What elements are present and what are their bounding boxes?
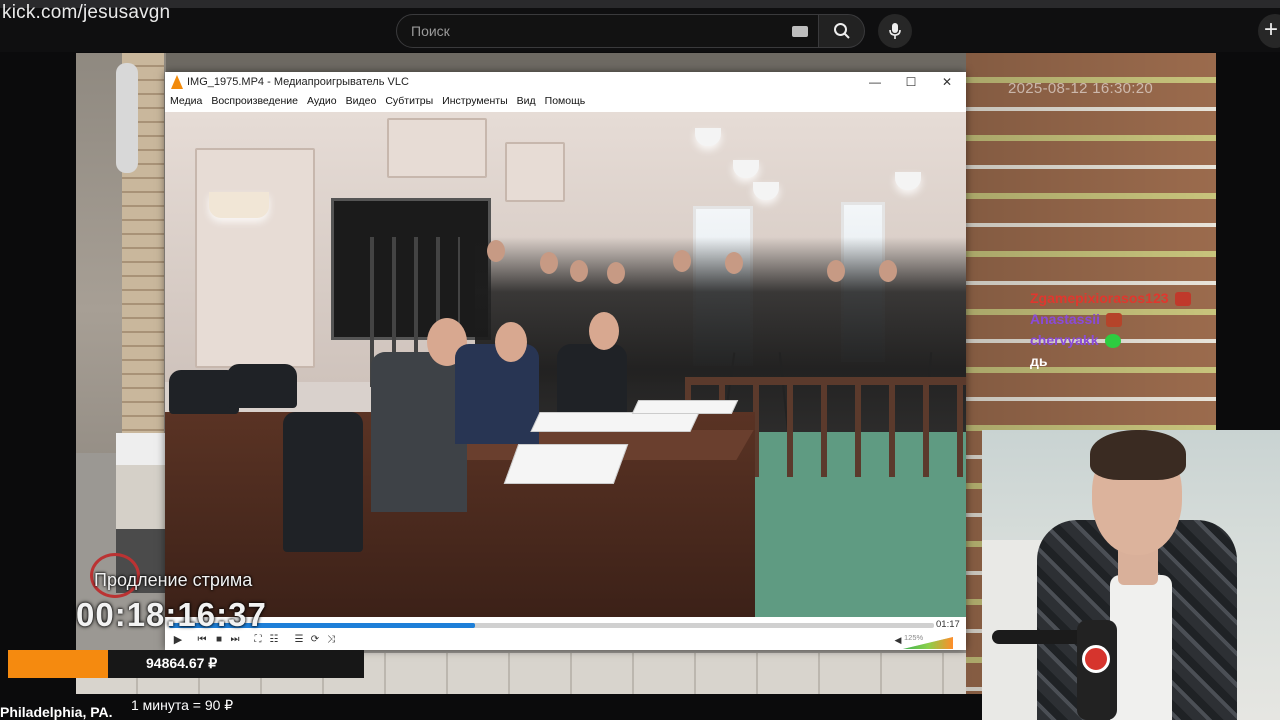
play-button[interactable]: ▶	[169, 633, 187, 647]
screen: kick.com/jesusavgn Поиск + 2025-08-12 16…	[0, 0, 1280, 720]
menu-subtitles[interactable]: Субтитры	[385, 95, 433, 112]
person-head	[827, 260, 845, 282]
maximize-button[interactable]: ☐	[904, 75, 918, 89]
menu-help[interactable]: Помощь	[545, 95, 586, 112]
vlc-controls: ▶ ⏮ ■ ⏭ ⛶ ☷ ☰ ⟳ ⤨ ◀	[165, 632, 966, 650]
person-head	[725, 252, 743, 274]
chat-username: Anastassii	[1030, 311, 1101, 327]
tab-strip	[0, 0, 1280, 8]
lawyer	[371, 352, 467, 512]
vlc-menu-bar: Медиа Воспроизведение Аудио Видео Субтит…	[165, 95, 966, 112]
browser-top-bar: kick.com/jesusavgn Поиск +	[0, 0, 1280, 52]
chat-username: Zgamepixiorasos123	[1030, 290, 1169, 306]
chat-username: chervyakk	[1030, 332, 1099, 348]
loop-button[interactable]: ⟳	[308, 633, 322, 647]
chat-message: дь	[1030, 351, 1191, 372]
volume-slider[interactable]	[903, 637, 953, 649]
chat-overlay: Zgamepixiorasos123 Anastassii chervyakk …	[1030, 288, 1191, 372]
lawyer-face	[589, 312, 619, 350]
vlc-cone-icon	[171, 75, 183, 89]
search-input[interactable]: Поиск	[396, 14, 819, 48]
menu-tools[interactable]: Инструменты	[442, 95, 507, 112]
menu-view[interactable]: Вид	[517, 95, 536, 112]
previous-button[interactable]: ⏮	[195, 633, 209, 647]
create-button[interactable]: +	[1258, 14, 1280, 48]
person-head	[607, 262, 625, 284]
vlc-title-bar[interactable]: IMG_1975.MP4 - Медиапроигрыватель VLC — …	[165, 72, 966, 93]
chair	[283, 412, 363, 552]
search-placeholder: Поиск	[411, 23, 450, 39]
streamer-webcam	[982, 430, 1280, 720]
donation-bar-fill	[8, 650, 108, 678]
person-head	[570, 260, 588, 282]
channel-url-overlay: kick.com/jesusavgn	[2, 2, 171, 23]
person-head	[540, 252, 558, 274]
shuffle-button[interactable]: ⤨	[324, 633, 338, 647]
plus-icon: +	[1264, 16, 1279, 43]
menu-video[interactable]: Видео	[346, 95, 377, 112]
location-text: Philadelphia, PA.	[0, 704, 113, 720]
microphone-icon	[889, 23, 901, 39]
extension-timer: 00:18:16:37	[76, 596, 267, 633]
keyboard-icon[interactable]	[792, 26, 808, 37]
vlc-video-frame[interactable]	[165, 112, 966, 617]
fullscreen-button[interactable]: ⛶	[251, 633, 265, 647]
menu-media[interactable]: Медиа	[170, 95, 202, 112]
chat-message: Zgamepixiorasos123	[1030, 288, 1191, 309]
close-button[interactable]: ✕	[940, 75, 954, 89]
paper-stack	[530, 412, 700, 432]
wall-panel	[195, 148, 315, 368]
voice-search-button[interactable]	[878, 14, 912, 48]
lawyer-face	[495, 322, 527, 362]
emote-icon	[1104, 333, 1121, 348]
paper-stack	[503, 444, 629, 484]
drain-pipe	[116, 63, 138, 173]
wall-panel	[505, 142, 565, 202]
rate-text: 1 минута = 90 ₽	[131, 697, 234, 713]
lawyer	[455, 344, 539, 444]
minimize-button[interactable]: —	[868, 75, 882, 89]
chat-message: chervyakk	[1030, 330, 1191, 351]
streamer-hair	[1090, 430, 1186, 480]
search-icon	[833, 23, 850, 39]
current-time: 01:17	[936, 619, 960, 630]
extended-settings-button[interactable]: ☷	[267, 633, 281, 647]
seek-bar[interactable]	[169, 623, 934, 628]
menu-audio[interactable]: Аудио	[307, 95, 337, 112]
vlc-window-title: IMG_1975.MP4 - Медиапроигрыватель VLC	[187, 76, 409, 88]
extension-label: Продление стрима	[94, 570, 253, 590]
white-tshirt	[1110, 575, 1172, 720]
stream-timestamp: 2025-08-12 16:30:20	[1008, 80, 1153, 97]
wall-panel	[387, 118, 487, 178]
wall-sconce	[209, 192, 269, 218]
chair	[227, 364, 297, 408]
person-head	[673, 250, 691, 272]
chat-message: Anastassii	[1030, 309, 1191, 330]
menu-playback[interactable]: Воспроизведение	[211, 95, 298, 112]
lawyer	[557, 344, 627, 414]
person-head	[487, 240, 505, 262]
emote-icon	[1174, 291, 1191, 306]
vlc-window: IMG_1975.MP4 - Медиапроигрыватель VLC — …	[165, 72, 966, 650]
next-button[interactable]: ⏭	[228, 633, 242, 647]
search-button[interactable]	[819, 14, 865, 48]
person-head	[879, 260, 897, 282]
stop-button[interactable]: ■	[212, 633, 226, 647]
paper-stack	[631, 400, 739, 414]
playlist-button[interactable]: ☰	[292, 633, 306, 647]
emote-icon	[1106, 312, 1123, 327]
chat-username: дь	[1030, 353, 1048, 369]
mic-logo-icon	[1082, 645, 1110, 673]
donation-amount: 94864.67 ₽	[146, 655, 218, 671]
